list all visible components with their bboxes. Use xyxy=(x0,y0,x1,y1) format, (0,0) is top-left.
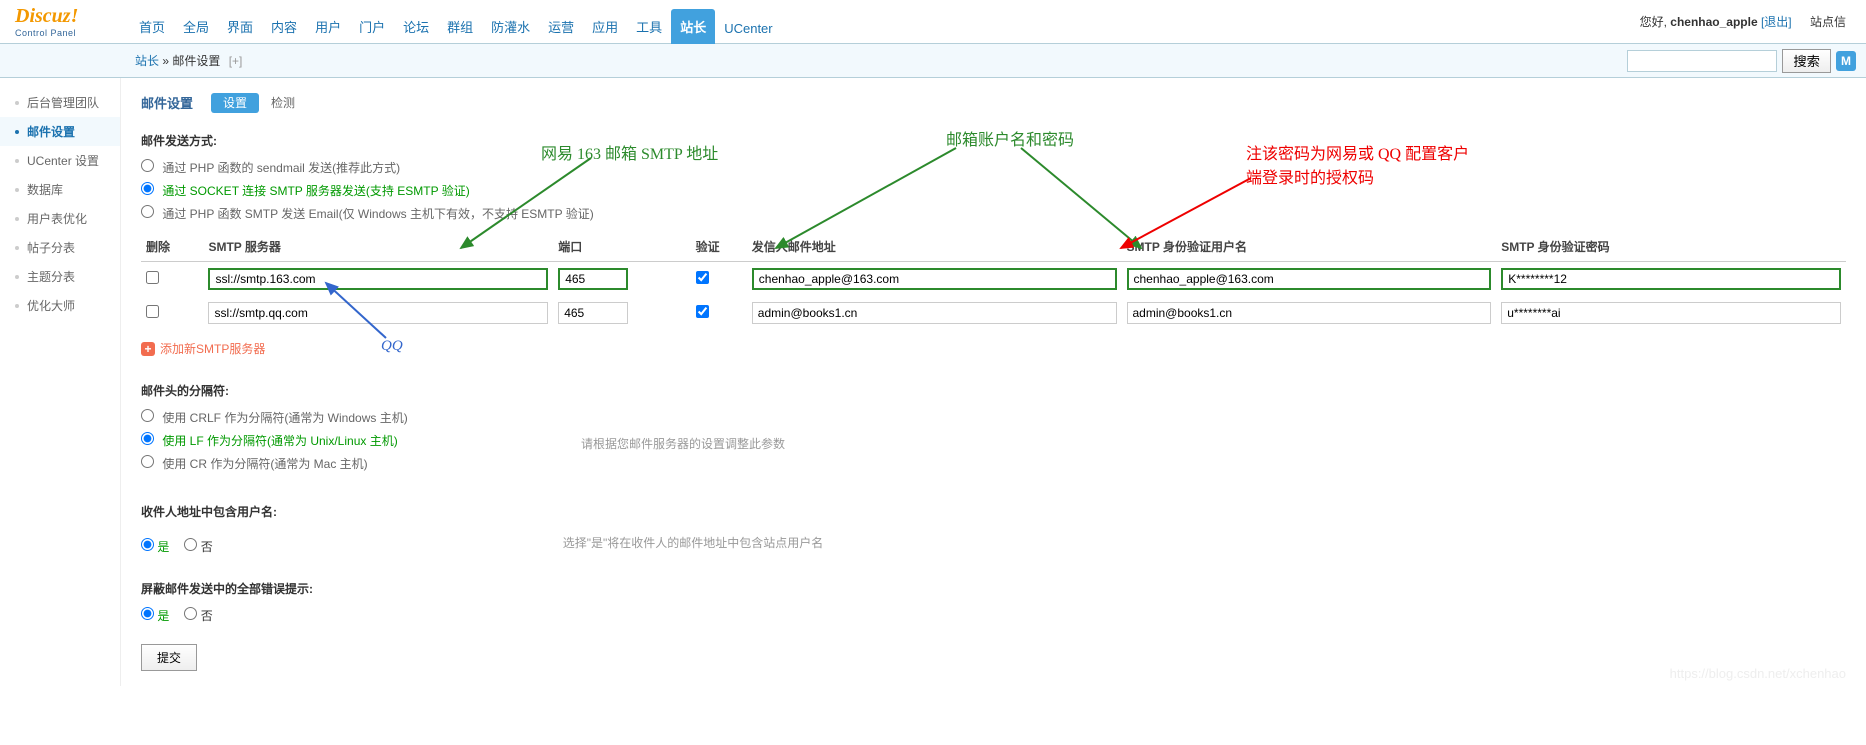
th-from: 发信人邮件地址 xyxy=(747,232,1122,262)
greeting: 您好, xyxy=(1640,15,1667,29)
nav-tab-群组[interactable]: 群组 xyxy=(438,9,482,44)
delimiter-radio[interactable] xyxy=(141,409,154,422)
nav-tabs: 首页全局界面内容用户门户论坛群组防灌水运营应用工具站长UCenter xyxy=(130,0,782,44)
page-tabs: 邮件设置 设置检测 xyxy=(141,93,1846,112)
mask-errors-group: 是 否 xyxy=(141,607,1846,624)
sidebar: 后台管理团队邮件设置UCenter 设置数据库用户表优化帖子分表主题分表优化大师 xyxy=(0,78,120,686)
nav-tab-全局[interactable]: 全局 xyxy=(174,9,218,44)
delimiter-radio[interactable] xyxy=(141,432,154,445)
sidebar-item[interactable]: 后台管理团队 xyxy=(0,88,120,117)
nav-tab-用户[interactable]: 用户 xyxy=(306,9,350,44)
th-delete: 删除 xyxy=(141,232,203,262)
search-input[interactable] xyxy=(1627,50,1777,72)
user-info: 您好, chenhao_apple [退出] 站点信 xyxy=(1635,13,1866,30)
user-input[interactable] xyxy=(1127,268,1492,290)
mask-errors-no[interactable]: 否 xyxy=(184,607,212,624)
include-user-hint: 选择"是"将在收件人的邮件地址中包含站点用户名 xyxy=(563,534,824,551)
logo-subtitle: Control Panel xyxy=(15,28,120,38)
breadcrumb-root[interactable]: 站长 xyxy=(135,54,159,68)
th-user: SMTP 身份验证用户名 xyxy=(1122,232,1497,262)
delimiter-label[interactable]: 使用 CRLF 作为分隔符(通常为 Windows 主机) xyxy=(162,411,407,425)
search-box: 搜索 M xyxy=(1627,49,1856,73)
delete-checkbox[interactable] xyxy=(146,271,159,284)
header: Discuz! Control Panel 首页全局界面内容用户门户论坛群组防灌… xyxy=(0,0,1866,44)
from-input[interactable] xyxy=(752,302,1117,324)
breadcrumb-plus[interactable]: [+] xyxy=(229,54,243,68)
breadcrumb: 站长 » 邮件设置 [+] xyxy=(135,52,242,69)
send-method-radio[interactable] xyxy=(141,159,154,172)
submit-button[interactable]: 提交 xyxy=(141,644,197,671)
delimiter-label[interactable]: 使用 CR 作为分隔符(通常为 Mac 主机) xyxy=(162,457,367,471)
include-user-group: 是 否 xyxy=(141,538,213,555)
include-user-title: 收件人地址中包含用户名: xyxy=(141,503,1846,520)
delimiter-title: 邮件头的分隔符: xyxy=(141,382,1846,399)
logout-link[interactable]: [退出] xyxy=(1761,15,1792,29)
send-method-radio[interactable] xyxy=(141,205,154,218)
watermark: https://blog.csdn.net/xchenhao xyxy=(1670,666,1846,681)
page-tab[interactable]: 检测 xyxy=(259,93,307,113)
sidebar-item[interactable]: 优化大师 xyxy=(0,291,120,320)
pass-input[interactable] xyxy=(1501,268,1841,290)
nav-tab-论坛[interactable]: 论坛 xyxy=(394,9,438,44)
nav-tab-工具[interactable]: 工具 xyxy=(627,9,671,44)
from-input[interactable] xyxy=(752,268,1117,290)
send-method-label[interactable]: 通过 PHP 函数的 sendmail 发送(推荐此方式) xyxy=(162,161,400,175)
nav-tab-站长[interactable]: 站长 xyxy=(671,9,715,44)
send-method-title: 邮件发送方式: xyxy=(141,132,1846,149)
nav-tab-界面[interactable]: 界面 xyxy=(218,9,262,44)
plus-icon: + xyxy=(141,342,155,356)
sidebar-item[interactable]: 邮件设置 xyxy=(0,117,120,146)
server-input[interactable] xyxy=(208,302,548,324)
nav-tab-防灌水[interactable]: 防灌水 xyxy=(482,9,539,44)
sidebar-item[interactable]: 帖子分表 xyxy=(0,233,120,262)
nav-tab-运营[interactable]: 运营 xyxy=(539,9,583,44)
th-server: SMTP 服务器 xyxy=(203,232,553,262)
page-title: 邮件设置 xyxy=(141,93,193,112)
port-input[interactable] xyxy=(558,302,628,324)
th-port: 端口 xyxy=(553,232,690,262)
delete-checkbox[interactable] xyxy=(146,305,159,318)
th-auth: 验证 xyxy=(691,232,747,262)
port-input[interactable] xyxy=(558,268,628,290)
nav-tab-UCenter[interactable]: UCenter xyxy=(715,13,781,44)
sidebar-item[interactable]: 数据库 xyxy=(0,175,120,204)
logo[interactable]: Discuz! Control Panel xyxy=(0,5,120,38)
table-row xyxy=(141,262,1846,297)
nav-tab-门户[interactable]: 门户 xyxy=(350,9,394,44)
send-method-radio[interactable] xyxy=(141,182,154,195)
sidebar-item[interactable]: UCenter 设置 xyxy=(0,146,120,175)
username: chenhao_apple xyxy=(1670,15,1757,29)
main-content: 邮件设置 设置检测 邮件发送方式: 通过 PHP 函数的 sendmail 发送… xyxy=(120,78,1866,686)
m-icon[interactable]: M xyxy=(1836,51,1856,71)
pass-input[interactable] xyxy=(1501,302,1841,324)
search-button[interactable]: 搜索 xyxy=(1782,49,1831,73)
th-pass: SMTP 身份验证密码 xyxy=(1496,232,1846,262)
sidebar-item[interactable]: 主题分表 xyxy=(0,262,120,291)
site-info[interactable]: 站点信 xyxy=(1810,15,1846,29)
nav-tab-应用[interactable]: 应用 xyxy=(583,9,627,44)
auth-checkbox[interactable] xyxy=(696,305,709,318)
mask-errors-yes[interactable]: 是 xyxy=(141,607,169,624)
include-user-no[interactable]: 否 xyxy=(184,538,212,555)
add-smtp-link[interactable]: + 添加新SMTP服务器 xyxy=(141,340,1846,357)
mask-errors-title: 屏蔽邮件发送中的全部错误提示: xyxy=(141,580,1846,597)
nav-tab-内容[interactable]: 内容 xyxy=(262,9,306,44)
table-row xyxy=(141,296,1846,330)
nav-tab-首页[interactable]: 首页 xyxy=(130,9,174,44)
breadcrumb-bar: 站长 » 邮件设置 [+] 搜索 M xyxy=(0,44,1866,78)
send-method-label[interactable]: 通过 PHP 函数 SMTP 发送 Email(仅 Windows 主机下有效，… xyxy=(162,207,593,221)
delimiter-label[interactable]: 使用 LF 作为分隔符(通常为 Unix/Linux 主机) xyxy=(162,434,397,448)
user-input[interactable] xyxy=(1127,302,1492,324)
page-tab[interactable]: 设置 xyxy=(211,93,259,113)
smtp-table: 删除 SMTP 服务器 端口 验证 发信人邮件地址 SMTP 身份验证用户名 S… xyxy=(141,232,1846,330)
logo-text: Discuz! xyxy=(15,5,120,28)
delimiter-radio[interactable] xyxy=(141,455,154,468)
send-method-label[interactable]: 通过 SOCKET 连接 SMTP 服务器发送(支持 ESMTP 验证) xyxy=(162,184,469,198)
include-user-yes[interactable]: 是 xyxy=(141,538,169,555)
auth-checkbox[interactable] xyxy=(696,271,709,284)
breadcrumb-current: 邮件设置 xyxy=(172,54,220,68)
sidebar-item[interactable]: 用户表优化 xyxy=(0,204,120,233)
server-input[interactable] xyxy=(208,268,548,290)
delimiter-hint: 请根据您邮件服务器的设置调整此参数 xyxy=(581,435,785,452)
